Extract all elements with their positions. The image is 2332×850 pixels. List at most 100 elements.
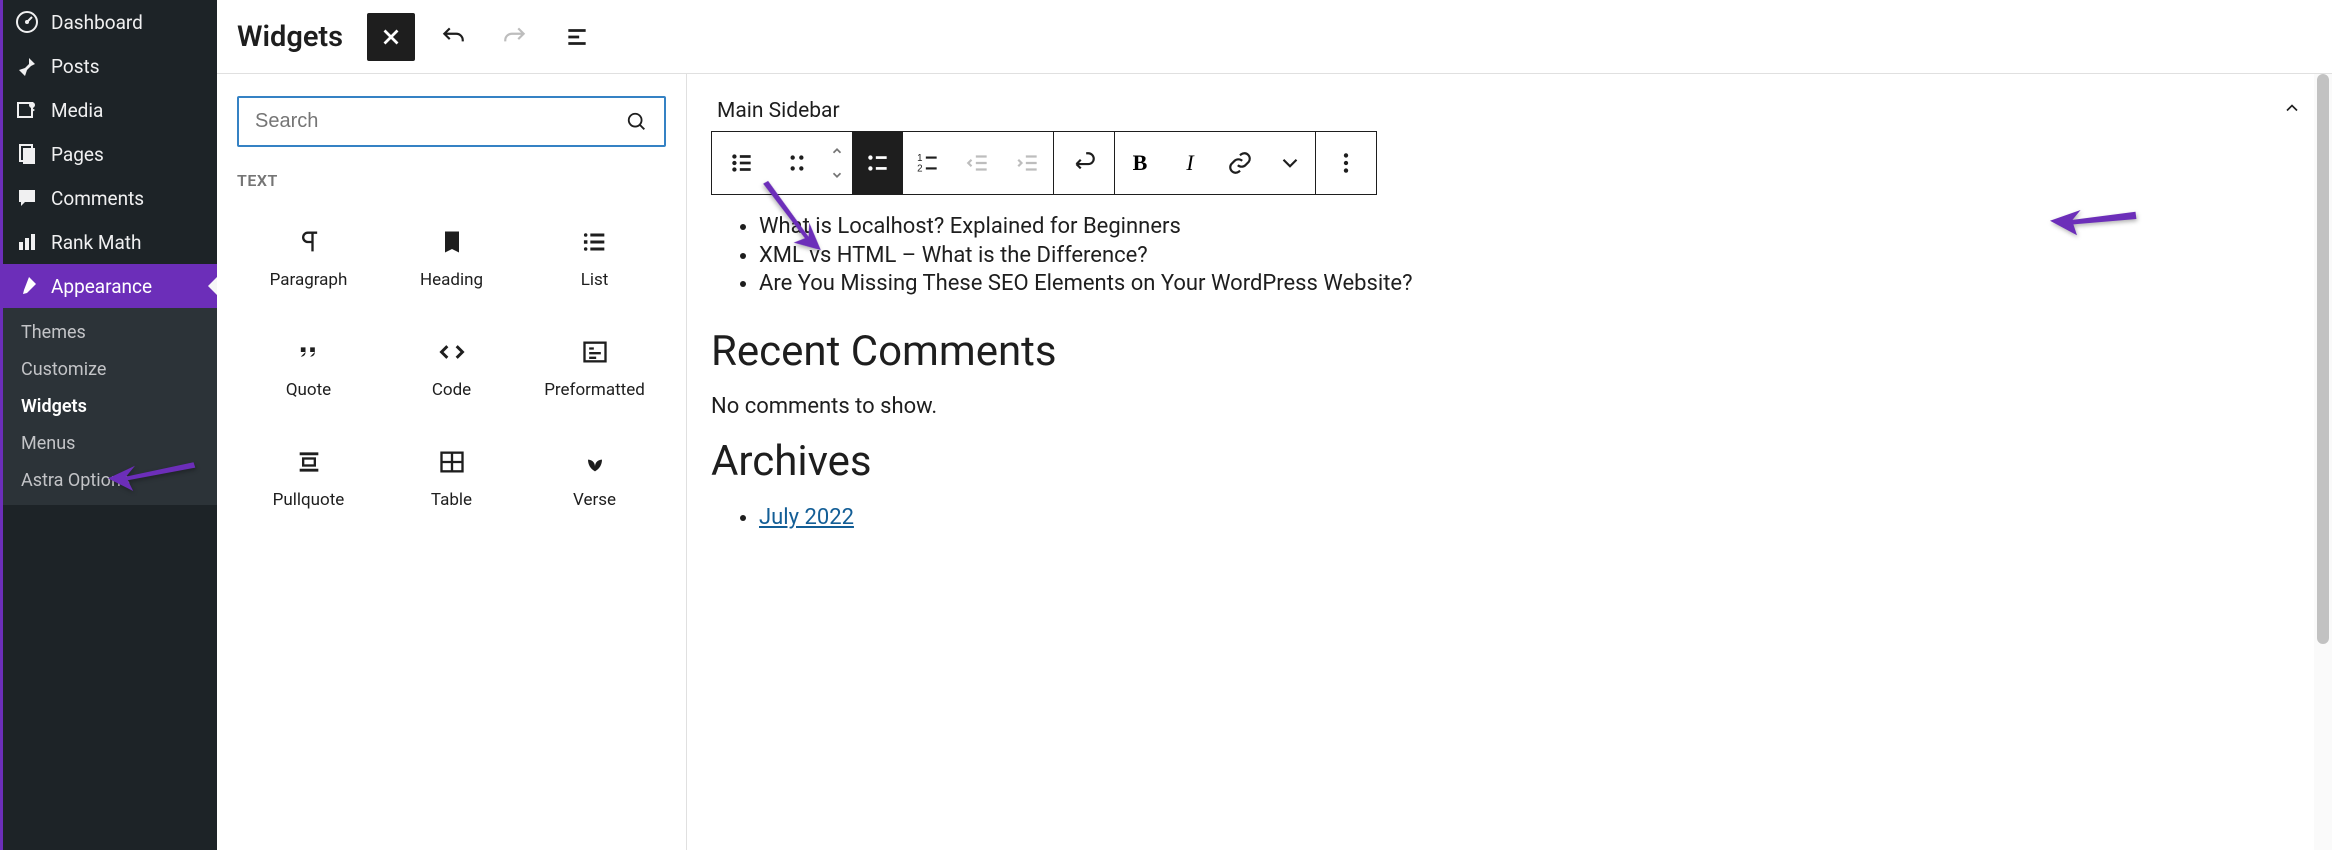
close-icon <box>378 24 404 50</box>
block-table[interactable]: Table <box>380 420 523 530</box>
list-block-icon <box>729 150 755 176</box>
archives-heading[interactable]: Archives <box>711 437 2308 486</box>
sidebar-item-label: Appearance <box>51 275 152 298</box>
move-up-button[interactable] <box>822 139 852 163</box>
admin-sidebar: Dashboard Posts Media Pages Comments Ran… <box>0 0 217 850</box>
block-options-button[interactable] <box>1316 132 1376 194</box>
numbered-list-icon: 12 <box>915 150 941 176</box>
block-label: Code <box>432 380 471 400</box>
list-item[interactable]: XML vs HTML – What is the Difference? <box>759 242 2308 271</box>
block-label: Preformatted <box>544 380 645 400</box>
sidebar-item-rankmath[interactable]: Rank Math <box>3 220 217 264</box>
widget-area-header[interactable]: Main Sidebar <box>711 94 2308 131</box>
preformatted-icon <box>581 338 609 366</box>
pin-icon <box>15 54 39 78</box>
more-rich-text-button[interactable] <box>1265 132 1315 194</box>
sidebar-item-posts[interactable]: Posts <box>3 44 217 88</box>
sidebar-item-label: Pages <box>51 143 104 166</box>
block-search-input[interactable] <box>255 110 626 133</box>
media-icon <box>15 98 39 122</box>
block-paragraph[interactable]: Paragraph <box>237 200 380 310</box>
paragraph-icon <box>295 228 323 256</box>
italic-button[interactable]: I <box>1165 132 1215 194</box>
main-area: Widgets TEXT <box>217 0 2332 850</box>
sidebar-subitem-widgets[interactable]: Widgets <box>3 388 217 425</box>
no-comments-text: No comments to show. <box>711 394 2308 419</box>
drag-handle-button[interactable] <box>772 132 822 194</box>
svg-text:1: 1 <box>917 153 922 164</box>
editor-header: Widgets <box>217 0 2332 74</box>
table-icon <box>438 448 466 476</box>
block-search-input-wrap[interactable] <box>237 96 666 147</box>
block-label: Table <box>431 490 472 510</box>
sidebar-item-media[interactable]: Media <box>3 88 217 132</box>
undo-icon <box>440 24 466 50</box>
sidebar-item-pages[interactable]: Pages <box>3 132 217 176</box>
heading-icon <box>438 228 466 256</box>
chart-icon <box>15 230 39 254</box>
search-icon <box>626 111 648 133</box>
chevron-up-icon[interactable] <box>2282 98 2302 123</box>
block-label: Verse <box>573 490 616 510</box>
block-pullquote[interactable]: Pullquote <box>237 420 380 530</box>
block-verse[interactable]: Verse <box>523 420 666 530</box>
indent-button[interactable] <box>1003 132 1053 194</box>
link-button[interactable] <box>1054 132 1114 194</box>
block-preformatted[interactable]: Preformatted <box>523 310 666 420</box>
bold-button[interactable]: B <box>1115 132 1165 194</box>
insert-link-button[interactable] <box>1215 132 1265 194</box>
unordered-list-button[interactable] <box>853 132 903 194</box>
sidebar-item-label: Media <box>51 99 103 122</box>
document-overview-button[interactable] <box>553 13 601 61</box>
list-block[interactable]: What is Localhost? Explained for Beginne… <box>711 213 2308 299</box>
indent-icon <box>1015 150 1041 176</box>
chevron-up-icon <box>830 144 844 158</box>
block-code[interactable]: Code <box>380 310 523 420</box>
block-label: Quote <box>286 380 331 400</box>
block-quote[interactable]: Quote <box>237 310 380 420</box>
link-icon <box>1227 150 1253 176</box>
block-toolbar: 12 B I <box>711 131 1377 195</box>
undo-button[interactable] <box>429 13 477 61</box>
list-item[interactable]: What is Localhost? Explained for Beginne… <box>759 213 2308 242</box>
block-type-button[interactable] <box>712 132 772 194</box>
block-label: Pullquote <box>273 490 345 510</box>
list-item[interactable]: Are You Missing These SEO Elements on Yo… <box>759 270 2308 299</box>
sidebar-subitem-menus[interactable]: Menus <box>3 425 217 462</box>
sidebar-item-label: Dashboard <box>51 11 143 34</box>
scroll-thumb[interactable] <box>2317 74 2329 644</box>
redo-button[interactable] <box>491 13 539 61</box>
sidebar-item-appearance[interactable]: Appearance <box>3 264 217 308</box>
block-label: List <box>581 270 609 290</box>
canvas-scrollbar[interactable] <box>2314 74 2332 850</box>
block-label: Heading <box>420 270 483 290</box>
sidebar-subitem-themes[interactable]: Themes <box>3 314 217 351</box>
quote-icon <box>295 338 323 366</box>
ordered-list-button[interactable]: 12 <box>903 132 953 194</box>
sidebar-item-dashboard[interactable]: Dashboard <box>3 0 217 44</box>
outdent-icon <box>965 150 991 176</box>
sidebar-subitem-customize[interactable]: Customize <box>3 351 217 388</box>
bullet-list-icon <box>865 150 891 176</box>
link-back-icon <box>1071 150 1097 176</box>
archives-list: July 2022 <box>711 504 2308 533</box>
outdent-button[interactable] <box>953 132 1003 194</box>
widget-area-title: Main Sidebar <box>717 99 840 123</box>
move-down-button[interactable] <box>822 163 852 187</box>
block-heading[interactable]: Heading <box>380 200 523 310</box>
inserter-section-label: TEXT <box>237 171 666 190</box>
list-view-icon <box>564 24 590 50</box>
brush-icon <box>15 274 39 298</box>
block-label: Paragraph <box>270 270 348 290</box>
drag-icon <box>784 150 810 176</box>
editor-canvas: Main Sidebar 12 <box>687 74 2332 850</box>
archive-link[interactable]: July 2022 <box>759 505 854 530</box>
dashboard-icon <box>15 10 39 34</box>
recent-comments-heading[interactable]: Recent Comments <box>711 327 2308 376</box>
sidebar-subitem-astra[interactable]: Astra Options <box>3 462 217 499</box>
pages-icon <box>15 142 39 166</box>
sidebar-submenu-appearance: Themes Customize Widgets Menus Astra Opt… <box>3 308 217 505</box>
close-inserter-button[interactable] <box>367 13 415 61</box>
sidebar-item-comments[interactable]: Comments <box>3 176 217 220</box>
block-list[interactable]: List <box>523 200 666 310</box>
